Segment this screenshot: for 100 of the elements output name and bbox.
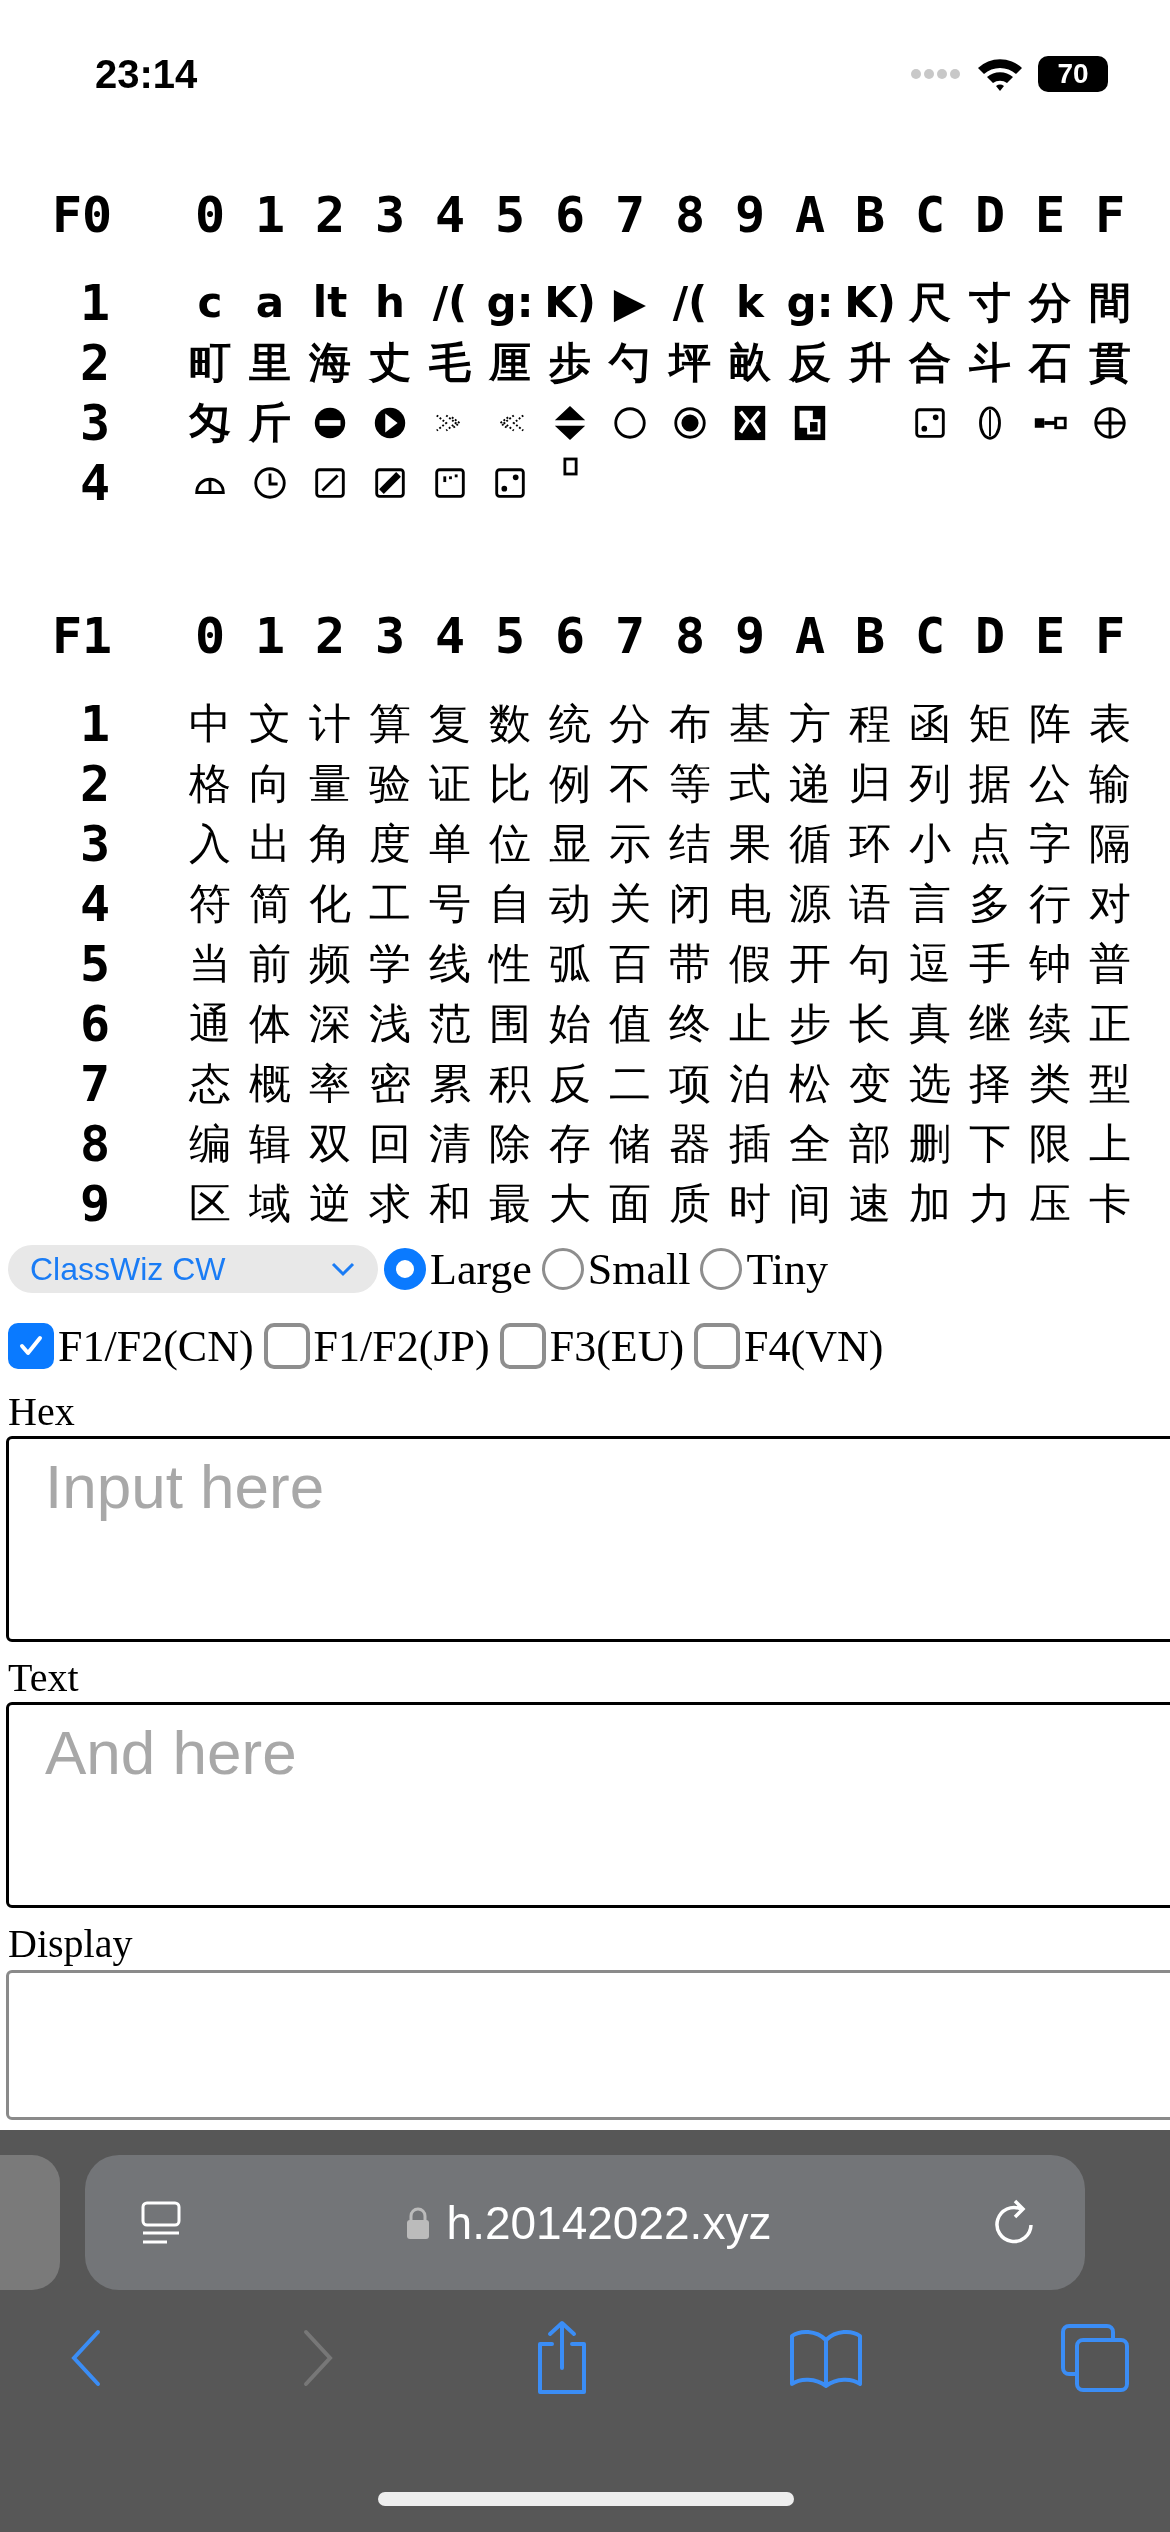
glyph: 归	[849, 763, 891, 805]
glyph: 小	[909, 823, 951, 865]
glyph: lt	[312, 282, 348, 324]
glyph: 公	[1029, 763, 1071, 805]
glyph: K)	[544, 282, 596, 324]
glyph: 择	[969, 1063, 1011, 1105]
glyph: 验	[369, 763, 411, 805]
glyph: 结	[669, 823, 711, 865]
glyph: 分	[609, 703, 651, 745]
column-header: D	[974, 190, 1006, 240]
column-header: 0	[194, 190, 226, 240]
column-header: 5	[494, 611, 526, 661]
glyph: 插	[729, 1123, 771, 1165]
size-radio[interactable]	[541, 1248, 584, 1290]
charset-label: F1/F2(CN)	[58, 1320, 254, 1372]
glyph: 自	[489, 883, 531, 925]
column-header: F	[1094, 611, 1126, 661]
glyph: 继	[969, 1003, 1011, 1045]
glyph: 反	[549, 1063, 591, 1105]
column-header: E	[1034, 190, 1066, 240]
glyph: 泊	[729, 1063, 771, 1105]
size-radio[interactable]	[700, 1248, 743, 1290]
glyph: 带	[669, 943, 711, 985]
size-label: Large	[430, 1243, 532, 1295]
glyph: 面	[609, 1183, 651, 1225]
glyph: 隔	[1089, 823, 1131, 865]
size-radio[interactable]	[384, 1248, 426, 1290]
hex-field[interactable]: Input here	[6, 1436, 1170, 1642]
row-header: 9	[79, 1179, 111, 1229]
wifi-icon	[976, 56, 1024, 92]
glyph: 方	[789, 703, 831, 745]
tabs-icon[interactable]	[1060, 2323, 1130, 2393]
glyph: 上	[1089, 1123, 1131, 1165]
glyph: 歩	[549, 342, 591, 384]
column-header: 0	[194, 611, 226, 661]
glyph: 编	[189, 1123, 231, 1165]
address-bar[interactable]: h.20142022.xyz	[85, 2155, 1085, 2290]
glyph: 加	[909, 1183, 951, 1225]
glyph: 深	[309, 1003, 351, 1045]
glyph: 出	[249, 823, 291, 865]
circle-icon	[611, 404, 649, 442]
column-header: 8	[674, 190, 706, 240]
glyph: 体	[249, 1003, 291, 1045]
glyph: 变	[849, 1063, 891, 1105]
row-header: 2	[79, 759, 111, 809]
glyph: 当	[189, 943, 231, 985]
glyph: 化	[309, 883, 351, 925]
glyph: 程	[849, 703, 891, 745]
charset-checkbox[interactable]	[8, 1323, 54, 1369]
row-header: 6	[79, 999, 111, 1049]
glyph: 函	[909, 703, 951, 745]
size-label: Small	[587, 1243, 691, 1295]
glyph: 储	[609, 1123, 651, 1165]
column-header: F	[1094, 190, 1126, 240]
glyph: 删	[909, 1123, 951, 1165]
glyph: 密	[369, 1063, 411, 1105]
glyph: 语	[849, 883, 891, 925]
column-header: 1	[254, 190, 286, 240]
charset-checkbox[interactable]	[499, 1323, 546, 1369]
glyph: 度	[369, 823, 411, 865]
glyph: 符	[189, 883, 231, 925]
glyph: 逗	[909, 943, 951, 985]
column-header: 6	[554, 611, 586, 661]
glyph: 电	[729, 883, 771, 925]
glyph: 普	[1089, 943, 1131, 985]
glyph: 率	[309, 1063, 351, 1105]
field-label: Text	[7, 1658, 80, 1698]
glyph: 质	[669, 1183, 711, 1225]
glyph: 反	[789, 342, 831, 384]
column-header: C	[914, 611, 946, 661]
glyph: 双	[309, 1123, 351, 1165]
column-header: E	[1034, 611, 1066, 661]
glyph: 证	[429, 763, 471, 805]
glyph: 卡	[1089, 1183, 1131, 1225]
glyph: 存	[549, 1123, 591, 1165]
row-header: 3	[79, 398, 111, 448]
battery-icon: 70	[1038, 56, 1108, 92]
glyph: 全	[789, 1123, 831, 1165]
glyph: 式	[729, 763, 771, 805]
glyph: 比	[489, 763, 531, 805]
glyph: 大	[549, 1183, 591, 1225]
row-header: 5	[79, 939, 111, 989]
charset-checkbox[interactable]	[263, 1323, 310, 1369]
size-label: Tiny	[746, 1243, 829, 1295]
glyph: 入	[189, 823, 231, 865]
glyph: 勺	[609, 342, 651, 384]
text-field[interactable]: And here	[6, 1702, 1170, 1908]
glyph: 速	[849, 1183, 891, 1225]
table-title: F0	[52, 190, 113, 240]
column-header: 4	[434, 190, 466, 240]
model-select[interactable]: ClassWiz CW	[8, 1245, 378, 1293]
column-header: 2	[314, 190, 346, 240]
glyph: 频	[309, 943, 351, 985]
glyph: 器	[669, 1123, 711, 1165]
glyph: 間	[1089, 282, 1131, 324]
column-header: C	[914, 190, 946, 240]
glyph: 通	[189, 1003, 231, 1045]
glyph: c	[197, 282, 223, 324]
glyph: 闭	[669, 883, 711, 925]
charset-checkbox[interactable]	[694, 1323, 741, 1369]
